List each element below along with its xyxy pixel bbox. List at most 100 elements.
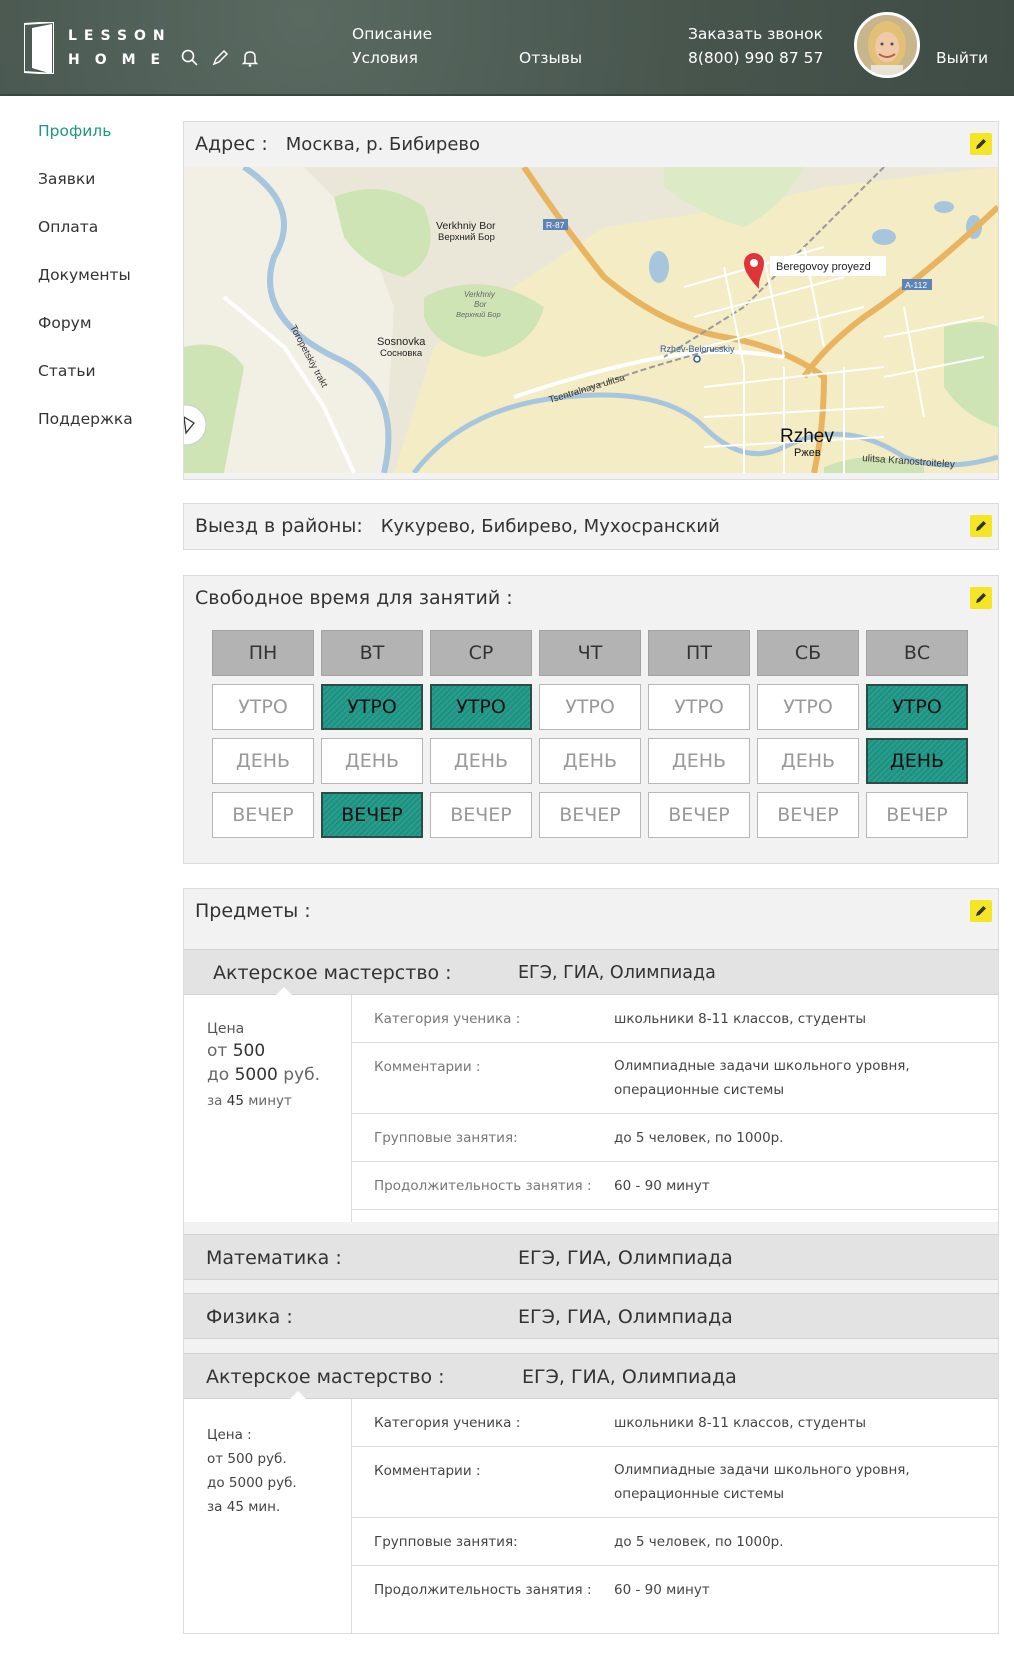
slot-toggle-0-1[interactable]: УТРО [321, 684, 423, 730]
sidebar-item-documents[interactable]: Документы [38, 260, 133, 308]
detail-key: Групповые занятия: [374, 1534, 518, 1550]
slot-toggle-2-4[interactable]: ВЕЧЕР [648, 792, 750, 838]
subject-exams: ЕГЭ, ГИА, Олимпиада [518, 1247, 733, 1269]
slot-toggle-0-6[interactable]: УТРО [866, 684, 968, 730]
slot-toggle-1-0[interactable]: ДЕНЬ [212, 738, 314, 784]
subject-details-acting: Цена от 500 до 5000 руб. за 45 минут Кат… [184, 995, 998, 1222]
nav-description-link[interactable]: Описание [352, 22, 432, 46]
user-photo [857, 15, 917, 75]
map-label-bor-small: Bor [474, 300, 487, 309]
map-label-sosnovka: Sosnovka [377, 336, 426, 348]
sidebar-item-forum[interactable]: Форум [38, 308, 133, 356]
day-header-2: СР [430, 630, 532, 676]
slot-toggle-1-3[interactable]: ДЕНЬ [539, 738, 641, 784]
bell-icon[interactable] [240, 48, 260, 68]
slot-toggle-1-5[interactable]: ДЕНЬ [757, 738, 859, 784]
slot-toggle-0-3[interactable]: УТРО [539, 684, 641, 730]
slot-toggle-1-2[interactable]: ДЕНЬ [430, 738, 532, 784]
price-duration: за 45 минут [207, 1093, 292, 1109]
detail-key: Продолжительность занятия : [374, 1178, 592, 1194]
pencil-icon [976, 521, 986, 531]
subject-exams: ЕГЭ, ГИА, Олимпиада [518, 963, 716, 983]
detail-key: Комментарии : [374, 1059, 481, 1075]
detail-row-group: Групповые занятия: до 5 человек, по 1000… [352, 1518, 998, 1566]
slot-toggle-1-1[interactable]: ДЕНЬ [321, 738, 423, 784]
schedule-label: Свободное время для занятий : [195, 587, 513, 609]
address-label: Адрес : [195, 133, 268, 155]
edit-address-button[interactable] [970, 133, 992, 155]
lesson-home-logo[interactable]: LESSON HOME [24, 22, 174, 74]
slot-toggle-2-5[interactable]: ВЕЧЕР [757, 792, 859, 838]
search-icon[interactable] [180, 48, 200, 68]
detail-value: до 5 человек, по 1000р. [614, 1534, 784, 1550]
day-header-4: ПТ [648, 630, 750, 676]
callback-link[interactable]: Заказать звонок [688, 22, 823, 46]
address-panel: Адрес : Москва, р. Бибирево Verkhniy Bor… [183, 121, 999, 480]
day-header-3: ЧТ [539, 630, 641, 676]
sidebar-item-requests[interactable]: Заявки [38, 164, 133, 212]
avatar[interactable] [854, 12, 920, 78]
top-header: LESSON HOME Описание Условия Отзывы Зака… [0, 0, 1014, 96]
subject-header-physics[interactable]: Физика : ЕГЭ, ГИА, Олимпиада [184, 1293, 998, 1339]
price-to: до 5000 руб. [207, 1065, 320, 1085]
expand-notch [290, 1391, 306, 1399]
detail-value: школьники 8-11 классов, студенты [614, 1011, 867, 1027]
detail-row-length: Продолжительность занятия : 60 - 90 мину… [352, 1162, 998, 1210]
detail-value: 60 - 90 минут [614, 1582, 710, 1598]
detail-value: Олимпиадные задачи школьного уровня, опер… [614, 1058, 910, 1098]
map-label-marker: Beregovoy proyezd [776, 261, 871, 273]
price-from: от 500 руб. [207, 1451, 287, 1467]
subject-header-math[interactable]: Математика : ЕГЭ, ГИА, Олимпиада [184, 1234, 998, 1280]
districts-panel: Выезд в районы: Кукурево, Бибирево, Мухос… [183, 503, 999, 550]
sidebar-item-support[interactable]: Поддержка [38, 404, 133, 452]
pencil-icon [976, 906, 986, 916]
slot-toggle-2-0[interactable]: ВЕЧЕР [212, 792, 314, 838]
detail-row-length: Продолжительность занятия : 60 - 90 мину… [352, 1566, 998, 1614]
price-block: Цена : от 500 руб. до 5000 руб. за 45 ми… [184, 1399, 352, 1633]
slot-toggle-2-3[interactable]: ВЕЧЕР [539, 792, 641, 838]
subject-header-acting[interactable]: Актерское мастерство : ЕГЭ, ГИА, Олимпиа… [184, 949, 998, 995]
map-label-a112: A-112 [905, 280, 927, 290]
subject-name: Математика : [206, 1247, 342, 1269]
slot-toggle-2-1[interactable]: ВЕЧЕР [321, 792, 423, 838]
detail-row-comments: Комментарии : Олимпиадные задачи школьно… [352, 1043, 998, 1114]
price-label: Цена : [207, 1427, 252, 1443]
map-label-r87: R-87 [546, 220, 565, 230]
slot-toggle-0-0[interactable]: УТРО [212, 684, 314, 730]
slot-toggle-0-5[interactable]: УТРО [757, 684, 859, 730]
detail-value: школьники 8-11 классов, студенты [614, 1415, 867, 1431]
address-map[interactable]: Verkhniy Bor Верхний Бор Verkhniy Bor Ве… [184, 167, 998, 473]
slot-toggle-2-6[interactable]: ВЕЧЕР [866, 792, 968, 838]
day-header-6: ВС [866, 630, 968, 676]
expand-notch [276, 987, 292, 995]
edit-subjects-button[interactable] [970, 900, 992, 922]
edit-schedule-button[interactable] [970, 587, 992, 609]
price-duration: за 45 мин. [207, 1499, 281, 1515]
pencil-icon[interactable] [210, 48, 230, 68]
pencil-icon [976, 139, 986, 149]
slot-toggle-0-2[interactable]: УТРО [430, 684, 532, 730]
districts-label: Выезд в районы: [195, 515, 363, 537]
detail-key: Комментарии : [374, 1463, 481, 1479]
nav-reviews-link[interactable]: Отзывы [519, 46, 582, 70]
detail-key: Продолжительность занятия : [374, 1582, 592, 1598]
sidebar-item-payment[interactable]: Оплата [38, 212, 133, 260]
detail-key: Групповые занятия: [374, 1130, 518, 1146]
subject-header-acting-2[interactable]: Актерское мастерство : ЕГЭ, ГИА, Олимпиа… [184, 1353, 998, 1399]
slot-toggle-2-2[interactable]: ВЕЧЕР [430, 792, 532, 838]
slot-toggle-1-4[interactable]: ДЕНЬ [648, 738, 750, 784]
edit-districts-button[interactable] [970, 515, 992, 537]
slot-toggle-0-4[interactable]: УТРО [648, 684, 750, 730]
map-label-sosnovka-ru: Сосновка [380, 348, 423, 359]
door-logo-icon [24, 22, 54, 74]
phone-number: 8(800) 990 87 57 [688, 49, 824, 67]
sidebar-item-profile[interactable]: Профиль [38, 116, 133, 164]
sidebar-item-articles[interactable]: Статьи [38, 356, 133, 404]
price-label: Цена [207, 1021, 245, 1037]
slot-toggle-1-6[interactable]: ДЕНЬ [866, 738, 968, 784]
detail-row-comments: Комментарии : Олимпиадные задачи школьно… [352, 1447, 998, 1518]
map-label-rzhev-ru: Ржев [794, 447, 821, 459]
logout-link[interactable]: Выйти [936, 46, 988, 70]
detail-key: Категория ученика : [374, 1415, 521, 1431]
nav-conditions-link[interactable]: Условия [352, 46, 432, 70]
